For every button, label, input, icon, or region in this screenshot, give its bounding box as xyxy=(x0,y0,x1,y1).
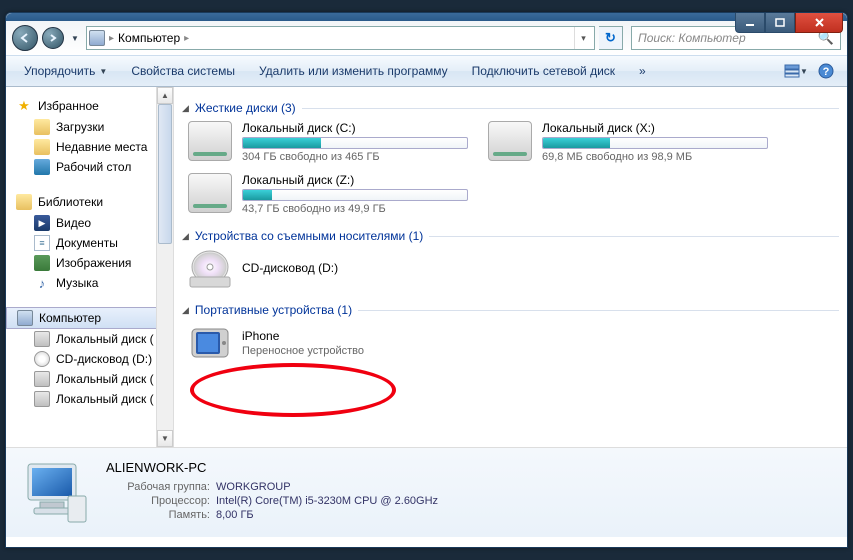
organize-menu[interactable]: Упорядочить▼ xyxy=(12,56,119,86)
disc-icon xyxy=(34,351,50,367)
help-button[interactable]: ? xyxy=(814,59,838,83)
collapse-icon: ◢ xyxy=(182,103,189,114)
sidebar-item-local-z[interactable]: Локальный диск ( xyxy=(6,389,173,409)
portable-device-icon xyxy=(188,323,232,363)
close-button[interactable] xyxy=(795,13,843,33)
view-options-button[interactable]: ▼ xyxy=(784,59,808,83)
hdd-icon xyxy=(488,121,532,161)
nav-back-button[interactable] xyxy=(12,25,38,51)
sidebar-item-downloads[interactable]: Загрузки xyxy=(6,117,173,137)
address-bar-row: ▼ ▸ Компьютер ▸ ▾ ↻ Поиск: Компьютер 🔍 xyxy=(6,21,847,55)
ram-value: 8,00 ГБ xyxy=(216,509,254,521)
sidebar-scrollbar[interactable]: ▲ ▼ xyxy=(156,87,173,447)
section-removable[interactable]: ◢ Устройства со съемными носителями (1) xyxy=(182,225,839,249)
command-bar: Упорядочить▼ Свойства системы Удалить ил… xyxy=(6,55,847,87)
sidebar-item-video[interactable]: ▶ Видео xyxy=(6,213,173,233)
folder-icon xyxy=(34,139,50,155)
refresh-button[interactable]: ↻ xyxy=(599,26,623,50)
workgroup-value: WORKGROUP xyxy=(216,481,291,493)
folder-icon xyxy=(34,119,50,135)
device-iphone[interactable]: iPhone Переносное устройство xyxy=(188,323,468,363)
sidebar-group-computer[interactable]: Компьютер xyxy=(6,307,173,329)
sidebar-item-local-x[interactable]: Локальный диск ( xyxy=(6,369,173,389)
navigation-pane: ★ Избранное Загрузки Недавние места Рабо… xyxy=(6,87,174,447)
workgroup-label: Рабочая группа: xyxy=(106,481,216,493)
nav-forward-button[interactable] xyxy=(42,27,64,49)
section-hard-drives[interactable]: ◢ Жесткие диски (3) xyxy=(182,97,839,121)
collapse-icon: ◢ xyxy=(182,305,189,316)
video-icon: ▶ xyxy=(34,215,50,231)
svg-text:?: ? xyxy=(823,66,830,78)
scroll-down-button[interactable]: ▼ xyxy=(157,430,173,447)
explorer-window: ▼ ▸ Компьютер ▸ ▾ ↻ Поиск: Компьютер 🔍 У… xyxy=(5,12,848,548)
computer-icon xyxy=(17,310,33,326)
system-properties-button[interactable]: Свойства системы xyxy=(119,56,247,86)
usage-bar xyxy=(242,189,468,201)
sidebar-group-libraries[interactable]: Библиотеки xyxy=(6,191,173,213)
sidebar-item-music[interactable]: ♪ Музыка xyxy=(6,273,173,293)
breadcrumb-computer[interactable]: Компьютер xyxy=(118,31,180,45)
minimize-button[interactable] xyxy=(735,13,765,33)
address-dropdown[interactable]: ▾ xyxy=(574,27,592,49)
music-icon: ♪ xyxy=(34,275,50,291)
details-title: ALIENWORK-PC xyxy=(106,460,438,475)
toolbar-overflow[interactable]: » xyxy=(627,56,658,86)
section-portable[interactable]: ◢ Портативные устройства (1) xyxy=(182,299,839,323)
collapse-icon: ◢ xyxy=(182,231,189,242)
star-icon: ★ xyxy=(16,98,32,114)
drive-item-x[interactable]: Локальный диск (X:) 69,8 МБ свободно из … xyxy=(488,121,768,163)
drive-icon xyxy=(34,331,50,347)
usage-bar xyxy=(242,137,468,149)
sidebar-group-favorites[interactable]: ★ Избранное xyxy=(6,95,173,117)
scroll-thumb[interactable] xyxy=(158,104,172,244)
drive-item-c[interactable]: Локальный диск (C:) 304 ГБ свободно из 4… xyxy=(188,121,468,163)
breadcrumb-chevron-icon[interactable]: ▸ xyxy=(180,33,193,44)
breadcrumb-chevron-icon[interactable]: ▸ xyxy=(105,33,118,44)
drive-icon xyxy=(34,371,50,387)
desktop-icon xyxy=(34,159,50,175)
sidebar-item-desktop[interactable]: Рабочий стол xyxy=(6,157,173,177)
window-controls xyxy=(735,13,843,33)
document-icon: ≡ xyxy=(34,235,50,251)
sidebar-item-local-c[interactable]: Локальный диск ( xyxy=(6,329,173,349)
ram-label: Память: xyxy=(106,509,216,521)
details-pane: ALIENWORK-PC Рабочая группа: WORKGROUP П… xyxy=(6,447,847,537)
hdd-icon xyxy=(188,173,232,213)
drive-icon xyxy=(34,391,50,407)
title-bar[interactable] xyxy=(6,13,847,21)
dvd-drive-icon xyxy=(188,249,232,289)
sidebar-item-dvd[interactable]: CD-дисковод (D:) xyxy=(6,349,173,369)
computer-icon xyxy=(89,30,105,46)
libraries-icon xyxy=(16,194,32,210)
cpu-value: Intel(R) Core(TM) i5-3230M CPU @ 2.60GHz xyxy=(216,495,438,507)
device-dvd[interactable]: CD-дисковод (D:) xyxy=(188,249,468,289)
sidebar-item-recent[interactable]: Недавние места xyxy=(6,137,173,157)
search-placeholder: Поиск: Компьютер xyxy=(638,31,746,45)
usage-bar xyxy=(542,137,768,149)
sidebar-item-documents[interactable]: ≡ Документы xyxy=(6,233,173,253)
map-network-drive-button[interactable]: Подключить сетевой диск xyxy=(460,56,627,86)
uninstall-program-button[interactable]: Удалить или изменить программу xyxy=(247,56,460,86)
scroll-up-button[interactable]: ▲ xyxy=(157,87,173,104)
address-bar[interactable]: ▸ Компьютер ▸ ▾ xyxy=(86,26,595,50)
item-view[interactable]: ◢ Жесткие диски (3) Локальный диск (C:) … xyxy=(174,87,847,447)
hdd-icon xyxy=(188,121,232,161)
nav-history-dropdown[interactable]: ▼ xyxy=(68,29,82,47)
maximize-button[interactable] xyxy=(765,13,795,33)
drive-item-z[interactable]: Локальный диск (Z:) 43,7 ГБ свободно из … xyxy=(188,173,468,215)
content-area: ★ Избранное Загрузки Недавние места Рабо… xyxy=(6,87,847,447)
pictures-icon xyxy=(34,255,50,271)
sidebar-item-pictures[interactable]: Изображения xyxy=(6,253,173,273)
computer-large-icon xyxy=(20,456,90,526)
cpu-label: Процессор: xyxy=(106,495,216,507)
